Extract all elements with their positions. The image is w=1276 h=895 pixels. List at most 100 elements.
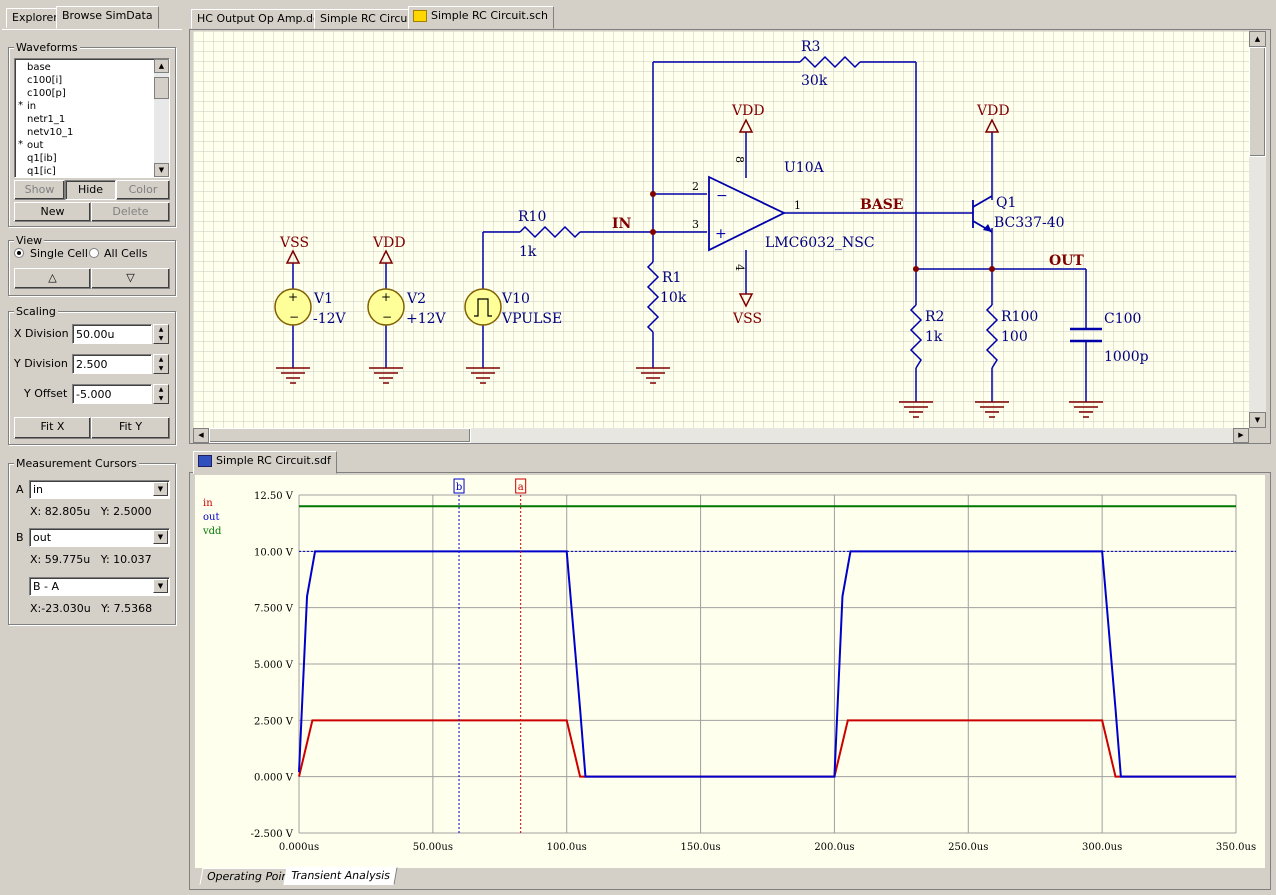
r100-designator: R100 bbox=[1001, 309, 1038, 325]
all-cells-radio[interactable] bbox=[89, 248, 99, 258]
y-tick-label: 10.00 V bbox=[254, 547, 294, 558]
delete-button[interactable]: Delete bbox=[91, 202, 170, 222]
v1-value: -12V bbox=[313, 311, 347, 327]
scroll-up-icon[interactable]: ▲ bbox=[154, 59, 169, 73]
tab-browse-simdata[interactable]: Browse SimData bbox=[56, 6, 159, 29]
c100-designator: C100 bbox=[1104, 311, 1141, 327]
list-item[interactable]: q1[ib] bbox=[27, 152, 57, 165]
v10-designator: V10 bbox=[501, 291, 530, 307]
cell-up-button[interactable]: △ bbox=[14, 268, 91, 289]
vss-label-v1: VSS bbox=[279, 235, 309, 251]
legend-entry-in: in bbox=[203, 498, 213, 509]
y-division-spinner[interactable]: ▲ ▼ bbox=[153, 354, 169, 374]
vdd-label-v2: VDD bbox=[372, 235, 406, 251]
net-label-in: IN bbox=[612, 216, 632, 232]
y-division-input[interactable]: 2.500 bbox=[72, 354, 152, 374]
pin-8: 8 bbox=[733, 156, 746, 163]
list-item[interactable]: netr1_1 bbox=[27, 113, 65, 126]
y-tick-label: 2.500 V bbox=[254, 716, 294, 727]
tab-simple-rc-sdf-label: Simple RC Circuit.sdf bbox=[216, 454, 331, 467]
svg-text:−: − bbox=[289, 310, 299, 324]
pin-1: 1 bbox=[794, 199, 801, 212]
schematic-hscroll[interactable]: ◀ ▶ bbox=[193, 428, 1249, 443]
chevron-down-icon[interactable]: ▼ bbox=[153, 579, 168, 593]
cursor-b-select[interactable]: out ▼ bbox=[29, 528, 170, 547]
y-tick-label: 7.500 V bbox=[254, 604, 294, 615]
y-offset-spinner[interactable]: ▲ ▼ bbox=[153, 384, 169, 404]
x-division-spinner[interactable]: ▲ ▼ bbox=[153, 324, 169, 344]
scroll-thumb[interactable] bbox=[154, 77, 169, 99]
list-scrollbar[interactable]: ▲ ▼ bbox=[154, 59, 169, 177]
tab-simple-rc-sdf[interactable]: Simple RC Circuit.sdf bbox=[193, 451, 337, 474]
cursor-a-select[interactable]: in ▼ bbox=[29, 480, 170, 499]
x-tick-label: 350.0us bbox=[1216, 842, 1256, 853]
r3-designator: R3 bbox=[801, 39, 820, 55]
cursor-a-label: a bbox=[518, 482, 524, 493]
chevron-down-icon[interactable]: ▼ bbox=[153, 530, 168, 544]
scroll-up-icon[interactable]: ▲ bbox=[1249, 31, 1266, 47]
scroll-down-icon[interactable]: ▼ bbox=[154, 163, 169, 177]
vdd-label-opamp: VDD bbox=[731, 103, 765, 119]
c100-value: 1000p bbox=[1104, 349, 1149, 365]
scroll-right-icon[interactable]: ▶ bbox=[1233, 428, 1249, 443]
x-tick-label: 300.0us bbox=[1082, 842, 1122, 853]
cursor-b-readout: X: 59.775u Y: 10.037 bbox=[30, 553, 152, 566]
scroll-thumb[interactable] bbox=[209, 428, 471, 443]
scroll-thumb[interactable] bbox=[1249, 47, 1266, 157]
net-label-base: BASE bbox=[860, 197, 903, 213]
cursor-b-value: out bbox=[33, 531, 52, 544]
vss-label-opamp: VSS bbox=[732, 311, 762, 327]
show-button[interactable]: Show bbox=[14, 180, 65, 200]
y-tick-label: 0.000 V bbox=[254, 773, 294, 784]
tab-simple-rc-sch[interactable]: Simple RC Circuit.sch bbox=[408, 6, 554, 29]
pin-2: 2 bbox=[692, 180, 699, 193]
u10a-value: LMC6032_NSC bbox=[765, 235, 875, 251]
r3-value: 30k bbox=[801, 73, 828, 89]
cursors-title: Measurement Cursors bbox=[14, 457, 139, 470]
list-item[interactable]: q1[ic] bbox=[27, 165, 56, 177]
fit-y-button[interactable]: Fit Y bbox=[91, 417, 170, 439]
list-item[interactable]: c100[i] bbox=[27, 74, 62, 87]
x-division-input[interactable]: 50.00u bbox=[72, 324, 152, 344]
waveform-chart[interactable]: 0.000us 50.00us 100.0us 150.0us 200.0us 250.0… bbox=[195, 475, 1265, 868]
y-tick-label: 5.000 V bbox=[254, 660, 294, 671]
scroll-down-icon[interactable]: ▼ bbox=[1249, 412, 1266, 428]
color-button[interactable]: Color bbox=[116, 180, 170, 200]
all-cells-label: All Cells bbox=[104, 247, 148, 260]
hide-button[interactable]: Hide bbox=[65, 180, 116, 200]
x-division-value: 50.00u bbox=[76, 328, 115, 341]
cell-down-button[interactable]: ▽ bbox=[91, 268, 170, 289]
list-item[interactable]: netv10_1 bbox=[27, 126, 73, 139]
tab-hc-output-ddb[interactable]: HC Output Op Amp.ddb bbox=[191, 9, 333, 29]
pin-4: 4 bbox=[733, 264, 746, 271]
chevron-down-icon[interactable]: ▼ bbox=[153, 482, 168, 496]
net-label-out: OUT bbox=[1049, 253, 1084, 269]
y-offset-label: Y Offset bbox=[24, 387, 68, 400]
tab-simple-rc-sch-label: Simple RC Circuit.sch bbox=[431, 9, 548, 22]
new-button[interactable]: New bbox=[14, 202, 91, 222]
y-offset-input[interactable]: -5.000 bbox=[72, 384, 152, 404]
single-cell-radio[interactable] bbox=[14, 248, 24, 258]
cursor-diff-select[interactable]: B - A ▼ bbox=[29, 577, 170, 596]
tab-simple-rc-circuit[interactable]: Simple RC Circuit bbox=[314, 9, 421, 29]
v2-value: +12V bbox=[406, 311, 447, 327]
waveform-list[interactable]: base c100[i] c100[p] * in netr1_1 netv10_1 * out… bbox=[14, 58, 170, 178]
schematic-vscroll[interactable]: ▲ ▼ bbox=[1249, 31, 1266, 428]
r100-value: 100 bbox=[1001, 329, 1028, 345]
list-item[interactable]: out bbox=[27, 139, 43, 152]
single-cell-label: Single Cell bbox=[30, 247, 88, 260]
scroll-left-icon[interactable]: ◀ bbox=[193, 428, 209, 443]
schematic-doc-icon bbox=[413, 10, 427, 22]
v2-designator: V2 bbox=[406, 291, 426, 307]
left-panel: Explorer Browse SimData Waveforms base c1… bbox=[2, 2, 182, 893]
list-item[interactable]: c100[p] bbox=[27, 87, 66, 100]
schematic-canvas[interactable]: +− +− − + VSS VDD VDD VSS VDD V1 -12V V2… bbox=[193, 31, 1249, 428]
waveforms-title: Waveforms bbox=[14, 41, 80, 54]
list-item[interactable]: base bbox=[27, 61, 51, 74]
x-tick-label: 200.0us bbox=[814, 842, 854, 853]
tab-transient-analysis[interactable]: Transient Analysis bbox=[283, 867, 398, 885]
fit-x-button[interactable]: Fit X bbox=[14, 417, 91, 439]
list-item[interactable]: in bbox=[27, 100, 36, 113]
v1-designator: V1 bbox=[313, 291, 333, 307]
r10-designator: R10 bbox=[518, 209, 546, 225]
